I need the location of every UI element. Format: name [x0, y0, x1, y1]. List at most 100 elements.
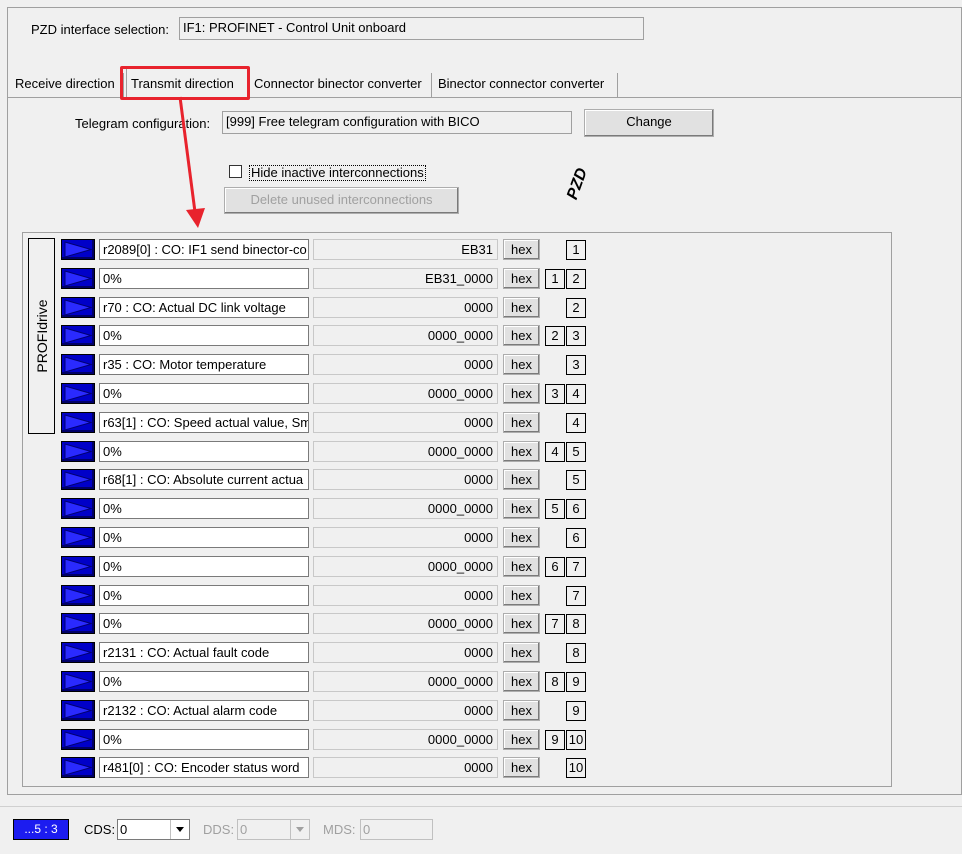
signal-value: EB31_0000 — [313, 268, 498, 289]
hex-button[interactable]: hex — [503, 441, 540, 462]
connector-arrow-icon[interactable] — [61, 556, 95, 577]
hex-button[interactable]: hex — [503, 642, 540, 663]
pzd-index-box: 8 — [545, 672, 565, 692]
hex-button[interactable]: hex — [503, 729, 540, 750]
tab-binector-connector-converter[interactable]: Binector connector converter — [434, 73, 618, 97]
pzd-index-box: 7 — [545, 614, 565, 634]
connector-arrow-icon[interactable] — [61, 441, 95, 462]
chevron-down-icon[interactable] — [170, 820, 189, 839]
source-signal-field[interactable]: 0% — [99, 527, 309, 548]
connector-arrow-icon[interactable] — [61, 297, 95, 318]
pzd-index-box: 7 — [566, 586, 586, 606]
connector-arrow-icon[interactable] — [61, 671, 95, 692]
pzd-index-box: 4 — [545, 442, 565, 462]
source-signal-field[interactable]: r35 : CO: Motor temperature — [99, 354, 309, 375]
source-signal-field[interactable]: 0% — [99, 585, 309, 606]
source-signal-field[interactable]: r2131 : CO: Actual fault code — [99, 642, 309, 663]
connector-arrow-icon[interactable] — [61, 239, 95, 260]
hex-button[interactable]: hex — [503, 469, 540, 490]
interconnection-row: 0% 0000 hex 6 — [0, 525, 962, 551]
source-signal-field[interactable]: 0% — [99, 325, 309, 346]
cds-value: 0 — [120, 822, 128, 837]
signal-value: 0000_0000 — [313, 383, 498, 404]
source-signal-field[interactable]: 0% — [99, 441, 309, 462]
interconnection-row: r2132 : CO: Actual alarm code 0000 hex 9 — [0, 698, 962, 724]
interconnection-row: 0% 0000 hex 7 — [0, 583, 962, 609]
connector-arrow-icon[interactable] — [61, 354, 95, 375]
pzd-interface-field[interactable]: IF1: PROFINET - Control Unit onboard — [179, 17, 644, 40]
source-signal-field[interactable]: r2089[0] : CO: IF1 send binector-co — [99, 239, 309, 260]
source-signal-field[interactable]: r68[1] : CO: Absolute current actua — [99, 469, 309, 490]
connector-arrow-icon[interactable] — [61, 412, 95, 433]
hex-button[interactable]: hex — [503, 354, 540, 375]
telegram-config-field[interactable]: [999] Free telegram configuration with B… — [222, 111, 572, 134]
source-signal-field[interactable]: r481[0] : CO: Encoder status word — [99, 757, 309, 778]
tab-receive-direction[interactable]: Receive direction — [11, 73, 124, 97]
hex-button[interactable]: hex — [503, 613, 540, 634]
hex-button[interactable]: hex — [503, 700, 540, 721]
connector-arrow-icon[interactable] — [61, 642, 95, 663]
pzd-index-box: 6 — [566, 528, 586, 548]
source-signal-field[interactable]: 0% — [99, 556, 309, 577]
pzd-index-box: 3 — [545, 384, 565, 404]
chevron-down-icon[interactable] — [290, 820, 309, 839]
hex-button[interactable]: hex — [503, 671, 540, 692]
dds-value: 0 — [240, 822, 248, 837]
cds-select[interactable]: 0 — [117, 819, 190, 840]
hex-button[interactable]: hex — [503, 297, 540, 318]
hex-button[interactable]: hex — [503, 325, 540, 346]
tab-connector-binector-converter[interactable]: Connector binector converter — [250, 73, 432, 97]
pzd-index-box: 3 — [566, 355, 586, 375]
signal-value: 0000 — [313, 469, 498, 490]
pzd-index-box: 5 — [545, 499, 565, 519]
hide-inactive-checkbox[interactable] — [229, 165, 242, 178]
signal-value: 0000 — [313, 642, 498, 663]
source-signal-field[interactable]: r63[1] : CO: Speed actual value, Sm — [99, 412, 309, 433]
hex-button[interactable]: hex — [503, 412, 540, 433]
hex-button[interactable]: hex — [503, 268, 540, 289]
hex-button[interactable]: hex — [503, 239, 540, 260]
telegram-config-label: Telegram configuration: — [75, 116, 211, 131]
interconnection-row: r35 : CO: Motor temperature 0000 hex 3 — [0, 352, 962, 378]
connector-arrow-icon[interactable] — [61, 585, 95, 606]
hide-inactive-label[interactable]: Hide inactive interconnections — [249, 165, 426, 181]
connector-arrow-icon[interactable] — [61, 700, 95, 721]
hex-button[interactable]: hex — [503, 383, 540, 404]
connector-arrow-icon[interactable] — [61, 729, 95, 750]
hex-button[interactable]: hex — [503, 757, 540, 778]
connector-arrow-icon[interactable] — [61, 268, 95, 289]
interconnection-row: 0% 0000_0000 hex 3 4 — [0, 381, 962, 407]
pzd-index-box: 6 — [566, 499, 586, 519]
source-signal-field[interactable]: 0% — [99, 671, 309, 692]
hex-button[interactable]: hex — [503, 527, 540, 548]
interconnection-row: 0% 0000_0000 hex 6 7 — [0, 554, 962, 580]
signal-value: EB31 — [313, 239, 498, 260]
interconnection-row: r70 : CO: Actual DC link voltage 0000 hex 2 — [0, 295, 962, 321]
connector-arrow-icon[interactable] — [61, 383, 95, 404]
source-signal-field[interactable]: 0% — [99, 729, 309, 750]
signal-value: 0000 — [313, 700, 498, 721]
hex-button[interactable]: hex — [503, 556, 540, 577]
source-signal-field[interactable]: r2132 : CO: Actual alarm code — [99, 700, 309, 721]
source-signal-field[interactable]: 0% — [99, 498, 309, 519]
connector-arrow-icon[interactable] — [61, 613, 95, 634]
hex-button[interactable]: hex — [503, 585, 540, 606]
connector-arrow-icon[interactable] — [61, 757, 95, 778]
source-signal-field[interactable]: 0% — [99, 383, 309, 404]
signal-value: 0000 — [313, 297, 498, 318]
source-signal-field[interactable]: r70 : CO: Actual DC link voltage — [99, 297, 309, 318]
connector-arrow-icon[interactable] — [61, 469, 95, 490]
delete-unused-button[interactable]: Delete unused interconnections — [224, 187, 459, 214]
connector-arrow-icon[interactable] — [61, 527, 95, 548]
mds-field[interactable]: 0 — [360, 819, 433, 840]
connector-arrow-icon[interactable] — [61, 325, 95, 346]
signal-value: 0000_0000 — [313, 498, 498, 519]
dds-label: DDS: — [203, 822, 235, 837]
interconnection-row: 0% EB31_0000 hex 1 2 — [0, 266, 962, 292]
source-signal-field[interactable]: 0% — [99, 613, 309, 634]
dds-select[interactable]: 0 — [237, 819, 310, 840]
hex-button[interactable]: hex — [503, 498, 540, 519]
source-signal-field[interactable]: 0% — [99, 268, 309, 289]
change-button[interactable]: Change — [584, 109, 714, 137]
connector-arrow-icon[interactable] — [61, 498, 95, 519]
